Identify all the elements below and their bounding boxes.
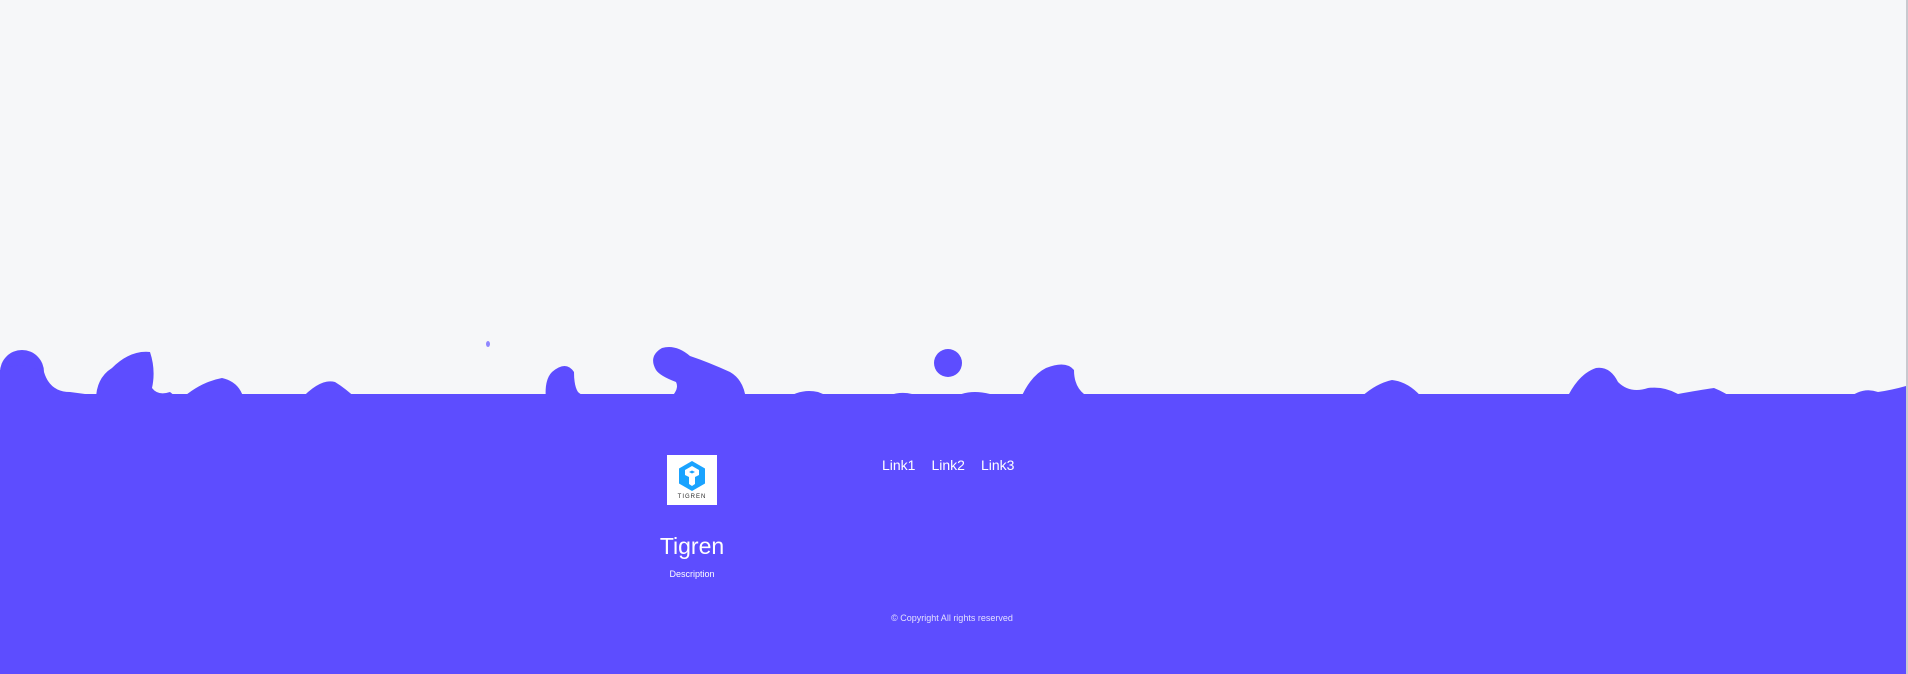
copyright-text: © Copyright All rights reserved [891,613,1013,623]
liquid-blob-decoration [0,341,1906,400]
footer-links: Link1 Link2 Link3 [882,457,1014,473]
brand-name: Tigren [659,533,725,559]
logo-wordmark: TIGREN [677,494,707,500]
brand-logo[interactable]: TIGREN [667,455,717,505]
footer: TIGREN Tigren Description Link1 Link2 Li… [0,395,1906,674]
footer-link-1[interactable]: Link1 [882,457,915,473]
page: TIGREN Tigren Description Link1 Link2 Li… [0,0,1908,674]
brand-description: Description [669,569,715,579]
footer-link-2[interactable]: Link2 [931,457,964,473]
footer-link-3[interactable]: Link3 [981,457,1014,473]
tigren-hexagon-logo-icon [679,461,705,491]
